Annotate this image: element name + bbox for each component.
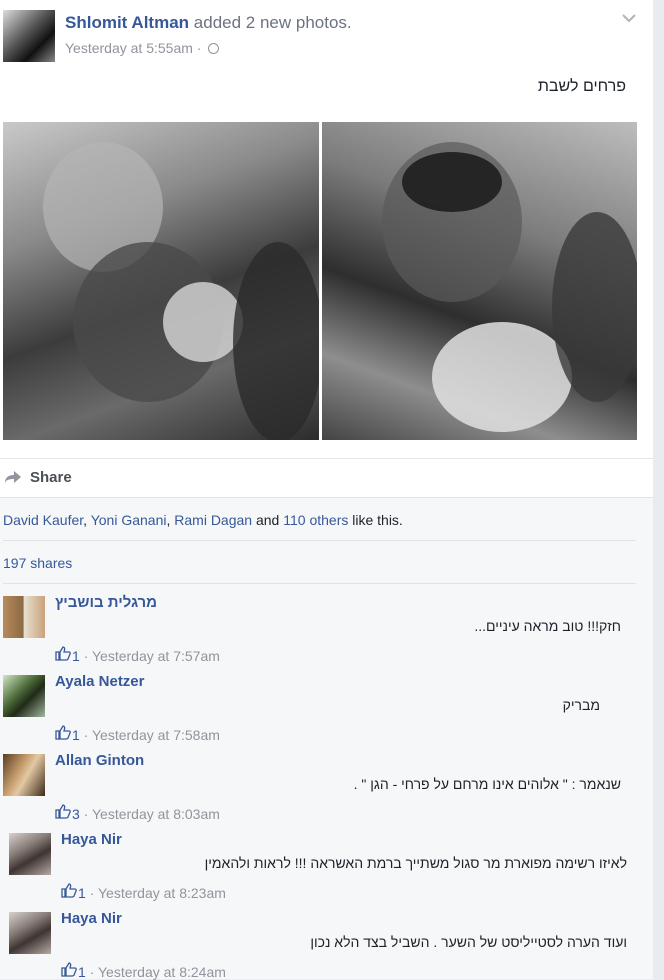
comment-time[interactable]: Yesterday at 7:58am <box>92 727 220 743</box>
thumbs-up-icon[interactable] <box>61 883 77 901</box>
comment-like-count[interactable]: 1 <box>72 727 80 743</box>
thumbs-up-icon[interactable] <box>55 725 71 743</box>
author-name[interactable]: Shlomit Altman <box>65 13 189 32</box>
likes-suffix: like this. <box>348 512 403 528</box>
comment-like-count[interactable]: 1 <box>72 648 80 664</box>
commenter-avatar[interactable] <box>3 596 45 638</box>
commenter-name[interactable]: Allan Ginton <box>55 752 144 769</box>
page-background-edge <box>653 0 664 978</box>
share-arrow-icon[interactable] <box>4 470 22 484</box>
liker-name[interactable]: Rami Dagan <box>174 512 252 528</box>
post-header: Shlomit Altman added 2 new photos. <box>65 13 352 33</box>
feedback-section: David Kaufer, Yoni Ganani, Rami Dagan an… <box>0 497 653 980</box>
comment-time[interactable]: Yesterday at 7:57am <box>92 648 220 664</box>
timestamp-separator: · <box>196 40 202 56</box>
comment-text: מבריק <box>562 697 600 713</box>
divider <box>3 583 636 584</box>
meta-separator: · <box>79 806 92 822</box>
share-action-row: Share <box>0 458 653 497</box>
comment-reply: Haya Nir לאיזו רשימה מפוארת מר סגול משתי… <box>9 831 633 903</box>
post-timestamp[interactable]: Yesterday at 5:55am <box>65 40 193 56</box>
thumbs-up-icon[interactable] <box>55 646 71 664</box>
thumbs-up-icon[interactable] <box>55 804 71 822</box>
likes-summary: David Kaufer, Yoni Ganani, Rami Dagan an… <box>3 512 403 528</box>
liker-name[interactable]: David Kaufer <box>3 512 83 528</box>
comment-time[interactable]: Yesterday at 8:23am <box>98 885 226 901</box>
shares-count-link[interactable]: 197 shares <box>3 555 72 571</box>
likes-others-link[interactable]: 110 others <box>283 512 348 528</box>
share-button[interactable]: Share <box>30 469 72 486</box>
meta-separator: · <box>79 727 92 743</box>
post-caption: פרחים לשבת <box>537 78 626 95</box>
comment: מרגלית בושביץ חזק!!! טוב מראה עיניים... … <box>3 594 633 666</box>
photo-left[interactable] <box>3 122 319 440</box>
commenter-avatar[interactable] <box>9 833 51 875</box>
commenter-name[interactable]: מרגלית בושביץ <box>55 594 157 611</box>
comment-text: שנאמר : " אלוהים אינו מרחם על פרחי - הגן… <box>353 776 621 792</box>
commenter-avatar[interactable] <box>9 912 51 954</box>
divider <box>3 540 636 541</box>
comment-reply: Haya Nir ועוד הערה לסטייליסט של השער . ה… <box>9 910 633 980</box>
chevron-down-icon[interactable] <box>622 10 638 26</box>
comment-text: ועוד הערה לסטייליסט של השער . השביל בצד … <box>310 934 627 950</box>
comment-meta: 1 · Yesterday at 8:24am <box>61 962 226 980</box>
comment-like-count[interactable]: 3 <box>72 806 80 822</box>
comment-like-count[interactable]: 1 <box>78 885 86 901</box>
comment: Ayala Netzer מבריק 1 · Yesterday at 7:58… <box>3 673 633 745</box>
post-action: added 2 new photos. <box>193 13 352 32</box>
liker-name[interactable]: Yoni Ganani <box>91 512 167 528</box>
author-avatar[interactable] <box>3 10 55 62</box>
commenter-name[interactable]: Haya Nir <box>61 910 122 927</box>
globe-icon[interactable] <box>208 43 220 54</box>
commenter-avatar[interactable] <box>3 675 45 717</box>
post-timestamp-row: Yesterday at 5:55am · <box>65 40 220 56</box>
comment-meta: 1 · Yesterday at 7:58am <box>55 725 220 743</box>
comment-meta: 1 · Yesterday at 7:57am <box>55 646 220 664</box>
comment: Allan Ginton שנאמר : " אלוהים אינו מרחם … <box>3 752 633 824</box>
comment-text: לאיזו רשימה מפוארת מר סגול משתייך ברמת ה… <box>204 855 627 871</box>
likes-separator: , <box>83 512 91 528</box>
meta-separator: · <box>79 648 92 664</box>
commenter-avatar[interactable] <box>3 754 45 796</box>
comment-meta: 3 · Yesterday at 8:03am <box>55 804 220 822</box>
comment-text: חזק!!! טוב מראה עיניים... <box>474 618 621 634</box>
meta-separator: · <box>85 885 98 901</box>
likes-and: and <box>252 512 284 528</box>
comment-time[interactable]: Yesterday at 8:03am <box>92 806 220 822</box>
post-card: Shlomit Altman added 2 new photos. Yeste… <box>0 0 653 980</box>
commenter-name[interactable]: Haya Nir <box>61 831 122 848</box>
photo-right[interactable] <box>322 122 637 440</box>
comment-meta: 1 · Yesterday at 8:23am <box>61 883 226 901</box>
commenter-name[interactable]: Ayala Netzer <box>55 673 145 690</box>
